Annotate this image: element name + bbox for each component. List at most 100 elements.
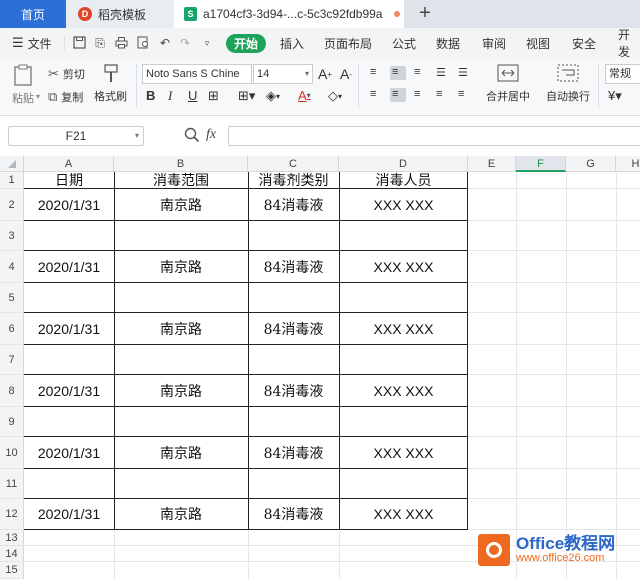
tab-data[interactable]: 数据 [436,28,460,58]
cell-c10[interactable]: 84消毒液 [248,437,339,468]
distributed-icon[interactable]: ≡ [458,88,464,100]
tab-document[interactable]: S a1704cf3-3d94-...c-5c3c92fdb99a [174,0,404,28]
row-header[interactable]: 9 [0,407,24,437]
cell-a8[interactable]: 2020/1/31 [24,375,114,406]
copy-button[interactable]: ⧉ 复制 [48,89,83,105]
cell-c1[interactable]: 消毒剂类别 [248,172,339,189]
tab-security[interactable]: 安全 [572,28,596,58]
align-right-icon[interactable]: ≡ [414,88,420,100]
export-icon[interactable]: ⎘ [93,36,107,50]
tab-review[interactable]: 审阅 [482,28,506,58]
tab-view[interactable]: 视图 [526,28,550,58]
redo-icon[interactable]: ↷ [178,36,192,50]
cell-d8[interactable]: XXX XXX [339,375,468,406]
outdent-icon[interactable]: ☰ [458,66,468,79]
print-icon[interactable] [114,36,128,50]
indent-icon[interactable]: ☰ [436,66,446,79]
cell-c6[interactable]: 84消毒液 [248,313,339,344]
name-box[interactable]: F21 ▾ [8,126,144,146]
cell-b2[interactable]: 南京路 [114,189,248,220]
cell-a12[interactable]: 2020/1/31 [24,499,114,529]
italic-icon[interactable]: I [168,88,172,104]
column-header-g[interactable]: G [566,156,616,172]
row-header[interactable]: 8 [0,375,24,407]
fill-color-icon[interactable]: ◈ ▾ [266,88,280,104]
row-header[interactable]: 4 [0,251,24,283]
row-header[interactable]: 1 [0,172,24,189]
row-header[interactable]: 7 [0,345,24,375]
wrap-text-button[interactable]: 自动换行 [546,64,590,104]
align-middle-icon[interactable]: ≡ [392,66,398,78]
paste-button[interactable]: 粘贴 [12,64,34,106]
column-header-e[interactable]: E [468,156,516,172]
cell-b10[interactable]: 南京路 [114,437,248,468]
cell-a10[interactable]: 2020/1/31 [24,437,114,468]
cell-d4[interactable]: XXX XXX [339,251,468,282]
row-header[interactable]: 10 [0,437,24,469]
align-top-icon[interactable]: ≡ [370,66,376,78]
cell-b12[interactable]: 南京路 [114,499,248,529]
justify-icon[interactable]: ≡ [436,88,442,100]
row-header[interactable]: 12 [0,499,24,530]
cell-c2[interactable]: 84消毒液 [248,189,339,220]
cell-d6[interactable]: XXX XXX [339,313,468,344]
row-header[interactable]: 14 [0,546,24,562]
row-header[interactable]: 2 [0,189,24,221]
cell-c4[interactable]: 84消毒液 [248,251,339,282]
tab-insert[interactable]: 插入 [280,28,304,58]
tab-template[interactable]: D 稻壳模板 [66,0,174,28]
font-color-icon[interactable]: A ▾ [298,88,311,103]
print-preview-icon[interactable] [136,36,150,50]
cell-c8[interactable]: 84消毒液 [248,375,339,406]
eraser-icon[interactable]: ◇ ▾ [328,88,342,104]
cell-c12[interactable]: 84消毒液 [248,499,339,529]
select-all-corner[interactable] [0,156,24,172]
decrease-font-icon[interactable]: A- [340,66,352,82]
font-name-select[interactable]: Noto Sans S Chine [142,64,252,84]
number-format-select[interactable]: 常规 [605,64,640,84]
chevron-down-icon[interactable]: ▿ [200,36,214,50]
cell-a6[interactable]: 2020/1/31 [24,313,114,344]
cell-d12[interactable]: XXX XXX [339,499,468,529]
cell-b4[interactable]: 南京路 [114,251,248,282]
align-bottom-icon[interactable]: ≡ [414,66,420,78]
align-center-icon[interactable]: ≡ [392,88,398,100]
new-tab-button[interactable]: + [414,2,436,24]
bold-icon[interactable]: B [146,88,155,103]
save-icon[interactable] [72,36,86,50]
borders-icon[interactable]: ⊞▾ [238,88,255,104]
zoom-search-icon[interactable] [184,127,200,146]
row-header[interactable]: 15 [0,562,24,579]
cell-b8[interactable]: 南京路 [114,375,248,406]
column-header-h[interactable]: H [616,156,640,172]
font-size-select[interactable]: 14 ▾ [253,64,313,84]
row-header[interactable]: 13 [0,530,24,546]
tab-home[interactable]: 首页 [0,0,66,28]
tab-developer[interactable]: 开发 [618,28,640,59]
cell-d1[interactable]: 消毒人员 [339,172,468,189]
format-painter-button[interactable]: 格式刷 [94,64,127,104]
column-header-f[interactable]: F [516,156,566,172]
paste-dropdown-icon[interactable]: ▾ [36,92,40,101]
tab-start[interactable]: 开始 [226,34,266,53]
increase-font-icon[interactable]: A + [318,66,332,82]
cut-button[interactable]: ✂ 剪切 [48,66,85,82]
currency-icon[interactable]: ¥▾ [608,88,622,104]
cell-d10[interactable]: XXX XXX [339,437,468,468]
row-header[interactable]: 3 [0,221,24,251]
row-header[interactable]: 6 [0,313,24,345]
cell-a4[interactable]: 2020/1/31 [24,251,114,282]
cell-a1[interactable]: 日期 [24,172,114,189]
file-menu[interactable]: ☰ 文件 [12,28,52,58]
cell-b6[interactable]: 南京路 [114,313,248,344]
function-icon[interactable]: fx [206,127,216,143]
strikethrough-icon[interactable]: ⊞ [208,88,219,104]
underline-icon[interactable]: U [188,88,197,103]
row-header[interactable]: 5 [0,283,24,313]
align-left-icon[interactable]: ≡ [370,88,376,100]
row-header[interactable]: 11 [0,469,24,499]
cell-b1[interactable]: 消毒范围 [114,172,248,189]
undo-icon[interactable]: ↶ [158,36,172,50]
cell-d2[interactable]: XXX XXX [339,189,468,220]
tab-formulas[interactable]: 公式 [392,28,416,58]
